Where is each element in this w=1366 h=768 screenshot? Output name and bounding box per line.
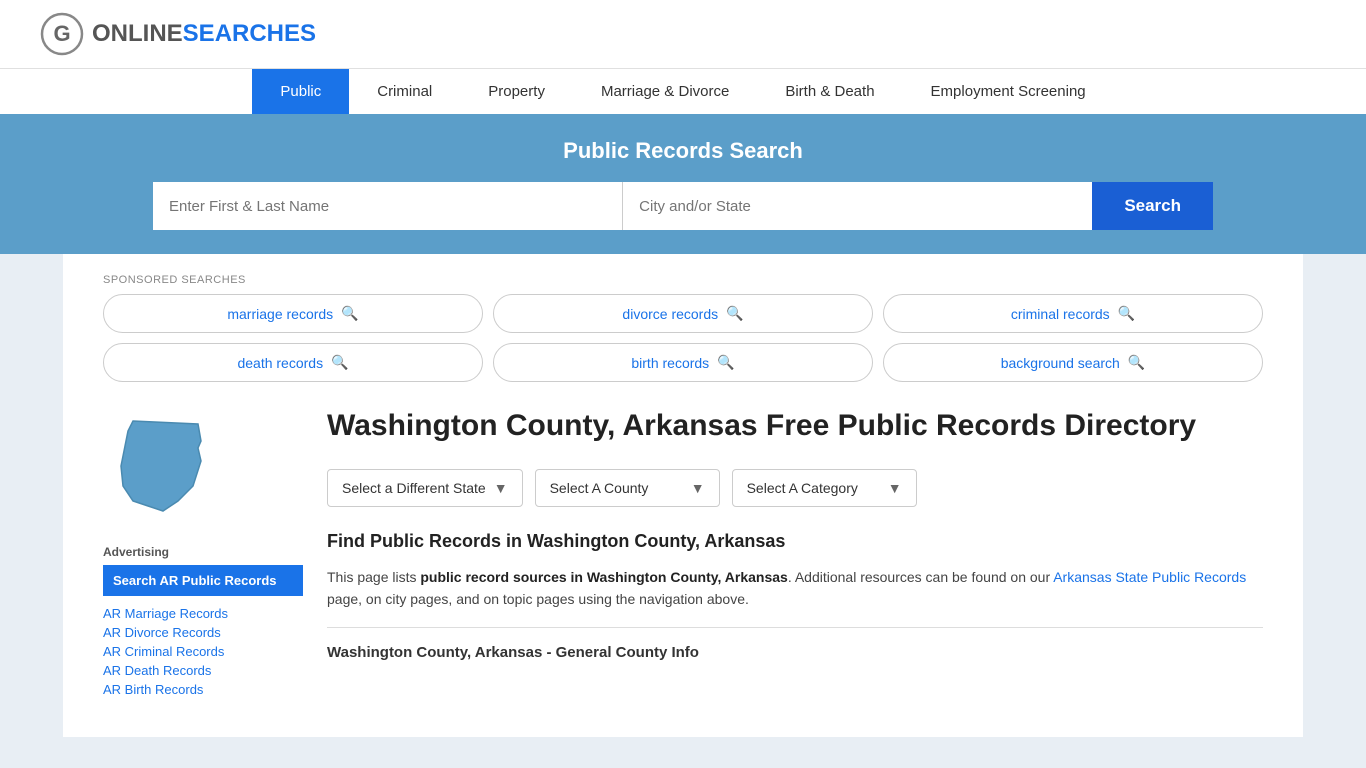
sponsored-link-criminal[interactable]: criminal records xyxy=(1011,306,1110,322)
sponsored-item-background[interactable]: background search 🔍 xyxy=(883,343,1263,382)
county-dropdown-label: Select A County xyxy=(550,480,649,496)
category-dropdown-label: Select A Category xyxy=(747,480,858,496)
sidebar: Advertising Search AR Public Records AR … xyxy=(103,406,303,697)
logo-icon: G xyxy=(40,12,84,56)
main-wrapper: SPONSORED SEARCHES marriage records 🔍 di… xyxy=(63,254,1303,737)
header: G ONLINESEARCHES xyxy=(0,0,1366,68)
sidebar-link-marriage[interactable]: AR Marriage Records xyxy=(103,606,303,621)
nav-item-public[interactable]: Public xyxy=(252,69,349,114)
chevron-down-icon: ▼ xyxy=(691,480,705,496)
sponsored-label: SPONSORED SEARCHES xyxy=(103,274,1263,286)
dropdowns-row: Select a Different State ▼ Select A Coun… xyxy=(327,469,1263,507)
arkansas-map xyxy=(103,406,223,526)
sidebar-link-death[interactable]: AR Death Records xyxy=(103,663,303,678)
sponsored-link-background[interactable]: background search xyxy=(1001,355,1120,371)
ar-state-link[interactable]: Arkansas State Public Records xyxy=(1053,569,1246,585)
nav-item-birth-death[interactable]: Birth & Death xyxy=(757,69,902,114)
sponsored-link-birth[interactable]: birth records xyxy=(631,355,709,371)
location-input[interactable] xyxy=(623,182,1092,230)
nav-item-property[interactable]: Property xyxy=(460,69,573,114)
sponsored-link-divorce[interactable]: divorce records xyxy=(622,306,718,322)
find-records-heading: Find Public Records in Washington County… xyxy=(327,531,1263,552)
nav-item-employment[interactable]: Employment Screening xyxy=(903,69,1114,114)
logo-text: ONLINESEARCHES xyxy=(92,20,316,48)
main-nav: Public Criminal Property Marriage & Divo… xyxy=(0,68,1366,114)
sponsored-item-criminal[interactable]: criminal records 🔍 xyxy=(883,294,1263,333)
category-dropdown[interactable]: Select A Category ▼ xyxy=(732,469,917,507)
sponsored-item-marriage[interactable]: marriage records 🔍 xyxy=(103,294,483,333)
sidebar-links: AR Marriage Records AR Divorce Records A… xyxy=(103,606,303,697)
chevron-down-icon: ▼ xyxy=(494,480,508,496)
search-icon: 🔍 xyxy=(341,305,358,322)
sponsored-link-marriage[interactable]: marriage records xyxy=(227,306,333,322)
county-dropdown[interactable]: Select A County ▼ xyxy=(535,469,720,507)
sponsored-item-divorce[interactable]: divorce records 🔍 xyxy=(493,294,873,333)
state-dropdown[interactable]: Select a Different State ▼ xyxy=(327,469,523,507)
state-map xyxy=(103,406,303,529)
nav-item-marriage-divorce[interactable]: Marriage & Divorce xyxy=(573,69,757,114)
sidebar-link-criminal[interactable]: AR Criminal Records xyxy=(103,644,303,659)
sponsored-section: SPONSORED SEARCHES marriage records 🔍 di… xyxy=(103,274,1263,382)
section-divider xyxy=(327,627,1263,628)
state-dropdown-label: Select a Different State xyxy=(342,480,486,496)
chevron-down-icon: ▼ xyxy=(888,480,902,496)
content-layout: Advertising Search AR Public Records AR … xyxy=(103,406,1263,697)
page-title: Washington County, Arkansas Free Public … xyxy=(327,406,1263,445)
sidebar-link-birth[interactable]: AR Birth Records xyxy=(103,682,303,697)
sponsored-item-birth[interactable]: birth records 🔍 xyxy=(493,343,873,382)
search-icon: 🔍 xyxy=(331,354,348,371)
advertising-label: Advertising xyxy=(103,545,303,559)
sidebar-ad-box[interactable]: Search AR Public Records xyxy=(103,565,303,596)
search-form: Search xyxy=(153,182,1213,230)
search-banner: Public Records Search Search xyxy=(0,114,1366,254)
name-input[interactable] xyxy=(153,182,623,230)
search-icon: 🔍 xyxy=(1128,354,1145,371)
banner-title: Public Records Search xyxy=(40,138,1326,164)
search-icon: 🔍 xyxy=(717,354,734,371)
search-icon: 🔍 xyxy=(1118,305,1135,322)
sidebar-link-divorce[interactable]: AR Divorce Records xyxy=(103,625,303,640)
search-icon: 🔍 xyxy=(726,305,743,322)
svg-text:G: G xyxy=(53,21,70,46)
search-button[interactable]: Search xyxy=(1092,182,1213,230)
sponsored-grid: marriage records 🔍 divorce records 🔍 cri… xyxy=(103,294,1263,382)
nav-item-criminal[interactable]: Criminal xyxy=(349,69,460,114)
logo[interactable]: G ONLINESEARCHES xyxy=(40,12,316,56)
sponsored-item-death[interactable]: death records 🔍 xyxy=(103,343,483,382)
main-content: Washington County, Arkansas Free Public … xyxy=(327,406,1263,697)
description-text: This page lists public record sources in… xyxy=(327,566,1263,611)
general-info-heading: Washington County, Arkansas - General Co… xyxy=(327,644,1263,661)
sponsored-link-death[interactable]: death records xyxy=(237,355,323,371)
